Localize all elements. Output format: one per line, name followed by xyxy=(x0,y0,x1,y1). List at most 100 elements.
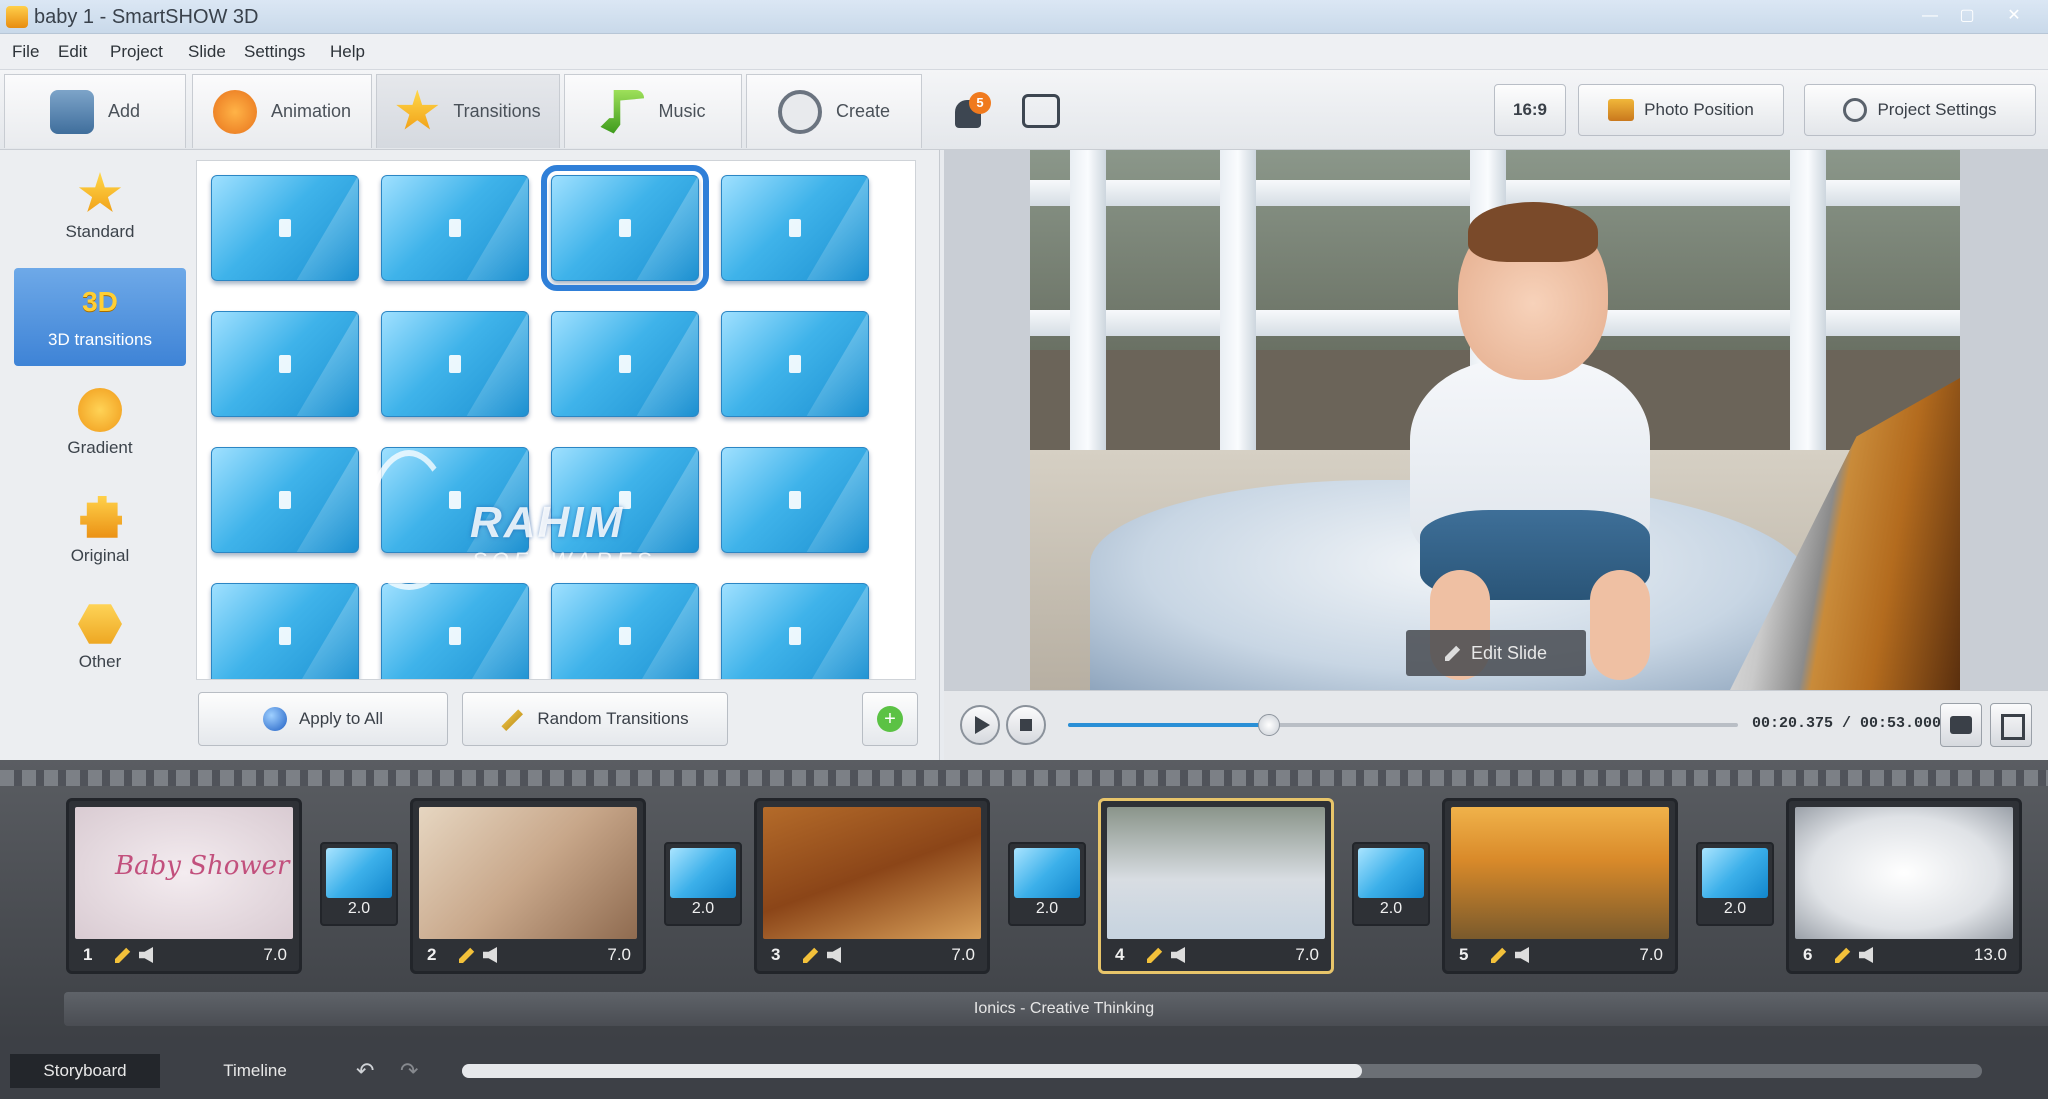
transition-thumb[interactable] xyxy=(211,447,359,553)
transition-thumb[interactable] xyxy=(381,583,529,679)
audio-track[interactable]: Ionics - Creative Thinking xyxy=(64,992,2048,1026)
fullscreen-icon[interactable] xyxy=(1990,703,2032,747)
transition-slot[interactable]: 2.0 xyxy=(664,842,742,926)
transitions-panel: Standard 3D 3D transitions Gradient Orig… xyxy=(0,150,940,760)
transition-thumb[interactable] xyxy=(211,583,359,679)
seek-progress xyxy=(1068,723,1269,727)
transition-thumb[interactable] xyxy=(381,175,529,281)
redo-icon[interactable]: ↷ xyxy=(400,1060,430,1082)
pencil-icon[interactable] xyxy=(459,947,475,963)
tab-create[interactable]: Create xyxy=(746,74,922,148)
slide-thumbnail[interactable]: 4 7.0 xyxy=(1098,798,1334,974)
transition-slot[interactable]: 2.0 xyxy=(320,842,398,926)
transition-thumb[interactable] xyxy=(551,447,699,553)
transition-thumb[interactable] xyxy=(211,311,359,417)
speaker-icon[interactable] xyxy=(1859,947,1873,963)
tab-music[interactable]: Music xyxy=(564,74,742,148)
minimize-button[interactable]: — xyxy=(1915,4,1945,28)
tab-label: Transitions xyxy=(453,101,541,121)
palette-icon xyxy=(212,89,257,134)
slide-duration: 7.0 xyxy=(607,945,631,964)
slide-thumbnail[interactable]: Baby Shower 1 7.0 xyxy=(66,798,302,974)
speaker-icon[interactable] xyxy=(139,947,153,963)
preview-photo: Edit Slide xyxy=(1030,150,1960,690)
gradient-icon xyxy=(78,388,122,432)
hexagon-icon xyxy=(78,604,122,644)
undo-icon[interactable]: ↶ xyxy=(356,1060,386,1082)
storyboard-scrollbar[interactable] xyxy=(462,1064,1982,1078)
speaker-icon[interactable] xyxy=(1515,947,1529,963)
transition-slot[interactable]: 2.0 xyxy=(1696,842,1774,926)
pencil-icon[interactable] xyxy=(803,947,819,963)
project-settings-button[interactable]: Project Settings xyxy=(1804,84,2036,136)
menu-project[interactable]: Project xyxy=(110,42,163,62)
transition-slot[interactable]: 2.0 xyxy=(1008,842,1086,926)
apply-to-all-label: Apply to All xyxy=(298,709,384,728)
category-gradient[interactable]: Gradient xyxy=(14,376,186,474)
transition-duration: 2.0 xyxy=(1035,900,1059,917)
slide-thumbnail[interactable]: 5 7.0 xyxy=(1442,798,1678,974)
transition-thumb[interactable] xyxy=(381,447,529,553)
slide-thumbnail[interactable]: 2 7.0 xyxy=(410,798,646,974)
transition-slot[interactable]: 2.0 xyxy=(1352,842,1430,926)
pencil-icon[interactable] xyxy=(115,947,131,963)
stop-button[interactable] xyxy=(1006,705,1046,745)
close-button[interactable]: ✕ xyxy=(1990,4,2038,28)
speaker-icon[interactable] xyxy=(1171,947,1185,963)
pencil-icon[interactable] xyxy=(1147,947,1163,963)
transition-arrow-icon xyxy=(279,355,291,373)
transition-thumb[interactable] xyxy=(551,311,699,417)
transition-arrow-icon xyxy=(789,355,801,373)
project-settings-label: Project Settings xyxy=(1877,100,1997,119)
share-icon[interactable] xyxy=(1022,94,1060,128)
aspect-ratio-button[interactable]: 16:9 xyxy=(1494,84,1566,136)
slide-number: 3 xyxy=(771,945,781,964)
menu-help[interactable]: Help xyxy=(330,42,365,62)
seek-bar[interactable] xyxy=(1068,714,1738,736)
slide-thumbnail[interactable]: 3 7.0 xyxy=(754,798,990,974)
category-other[interactable]: Other xyxy=(14,590,186,688)
category-3d-transitions[interactable]: 3D 3D transitions xyxy=(14,268,186,366)
tab-add[interactable]: Add xyxy=(4,74,186,148)
transition-thumb[interactable] xyxy=(721,175,869,281)
transition-thumb[interactable] xyxy=(721,311,869,417)
music-note-icon xyxy=(600,89,645,134)
add-transition-button[interactable]: + xyxy=(862,692,918,746)
play-button[interactable] xyxy=(960,705,1000,745)
tab-transitions[interactable]: Transitions xyxy=(376,74,560,148)
tab-animation[interactable]: Animation xyxy=(192,74,372,148)
menu-slide[interactable]: Slide xyxy=(188,42,226,62)
apply-to-all-button[interactable]: Apply to All xyxy=(198,692,448,746)
pencil-icon[interactable] xyxy=(1835,947,1851,963)
category-standard[interactable]: Standard xyxy=(14,160,186,258)
transition-thumb[interactable] xyxy=(381,311,529,417)
transition-thumb[interactable] xyxy=(211,175,359,281)
category-original[interactable]: Original xyxy=(14,484,186,582)
tab-timeline[interactable]: Timeline xyxy=(180,1054,330,1088)
tab-storyboard[interactable]: Storyboard xyxy=(10,1054,160,1088)
notification-count-badge: 5 xyxy=(969,92,991,114)
menu-edit[interactable]: Edit xyxy=(58,42,87,62)
random-transitions-button[interactable]: Random Transitions xyxy=(462,692,728,746)
menu-file[interactable]: File xyxy=(12,42,39,62)
transition-thumb[interactable] xyxy=(721,583,869,679)
maximize-button[interactable]: ▢ xyxy=(1952,4,1982,28)
slide-duration: 13.0 xyxy=(1973,945,2007,964)
speaker-icon[interactable] xyxy=(827,947,841,963)
photo-position-button[interactable]: Photo Position xyxy=(1578,84,1784,136)
tab-label: Add xyxy=(107,101,141,121)
transition-thumb[interactable] xyxy=(541,165,709,291)
notifications-button[interactable]: 5 xyxy=(955,92,991,130)
seek-handle[interactable] xyxy=(1258,714,1280,736)
transition-duration: 2.0 xyxy=(691,900,715,917)
transition-thumb[interactable] xyxy=(721,447,869,553)
camera-icon[interactable] xyxy=(1940,703,1982,747)
edit-slide-button[interactable]: Edit Slide xyxy=(1406,630,1586,676)
slide-number: 4 xyxy=(1115,945,1125,964)
slide-thumbnail[interactable]: 6 13.0 xyxy=(1786,798,2022,974)
pencil-icon[interactable] xyxy=(1491,947,1507,963)
speaker-icon[interactable] xyxy=(483,947,497,963)
menu-settings[interactable]: Settings xyxy=(244,42,305,62)
scrollbar-thumb[interactable] xyxy=(462,1064,1362,1078)
transition-thumb[interactable] xyxy=(551,583,699,679)
